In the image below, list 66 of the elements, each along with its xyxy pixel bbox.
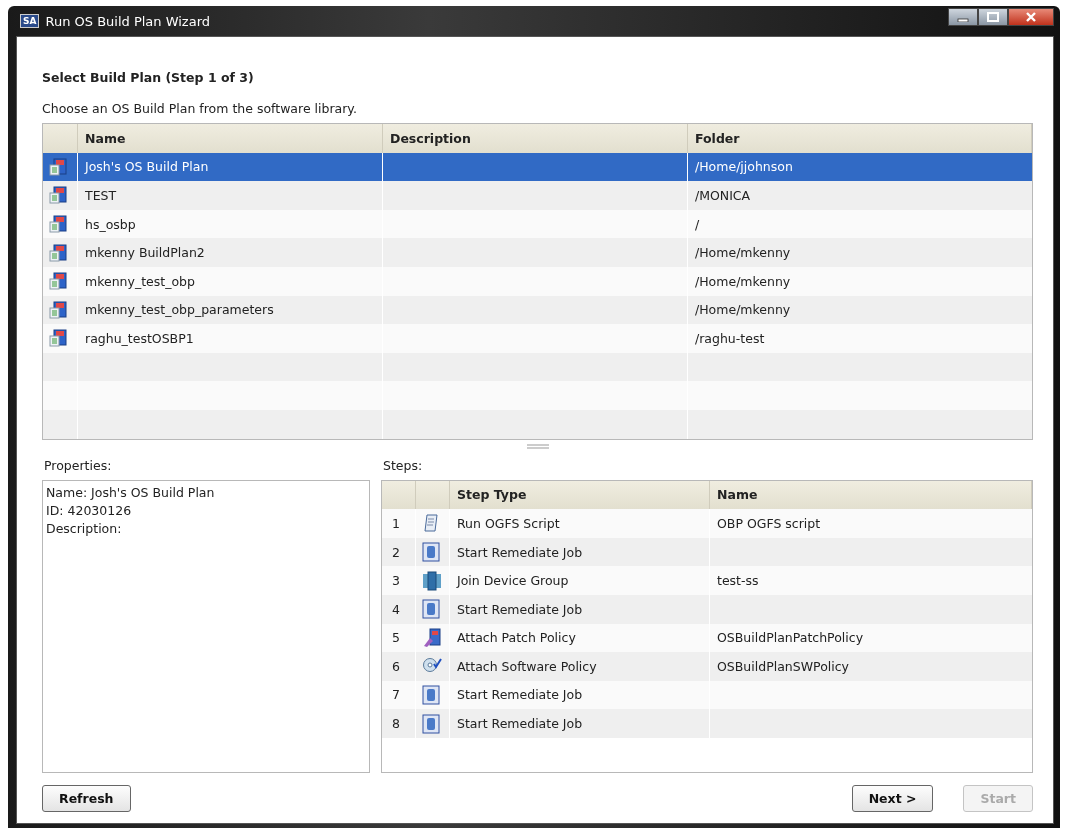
column-header[interactable]: Description bbox=[383, 124, 688, 153]
build-plan-icon bbox=[48, 214, 68, 235]
column-header[interactable]: Folder bbox=[688, 124, 1032, 153]
table-cell: OSBuildPlanSWPolicy bbox=[717, 658, 849, 674]
table-cell-text: / bbox=[694, 215, 701, 234]
table-cell-text: /Home/mkenny bbox=[694, 244, 792, 263]
build-plan-icon bbox=[48, 328, 68, 349]
plan-row[interactable]: hs_osbp / bbox=[43, 209, 1032, 239]
close-icon bbox=[1025, 12, 1037, 22]
step-number: 1 bbox=[382, 509, 416, 538]
build-plan-icon bbox=[48, 242, 68, 263]
property-line: Name: Josh's OS Build Plan bbox=[46, 483, 216, 502]
table-cell: TEST bbox=[78, 181, 383, 210]
step-number: 6 bbox=[382, 652, 416, 681]
table-cell: mkenny BuildPlan2 bbox=[78, 238, 383, 267]
build-plan-icon bbox=[48, 185, 68, 206]
table-cell: Join Device Group bbox=[450, 566, 710, 595]
table-cell-text: /MONICA bbox=[694, 187, 752, 205]
table-cell: test-ss bbox=[717, 573, 759, 589]
property-line: ID: 42030126 bbox=[46, 501, 133, 520]
maximize-button[interactable] bbox=[978, 8, 1008, 26]
scroll-icon bbox=[422, 513, 440, 534]
build-plan-icon bbox=[48, 299, 68, 320]
table-cell-text: /Home/mkenny bbox=[694, 301, 792, 320]
server-icon bbox=[422, 542, 440, 562]
server-icon bbox=[422, 685, 440, 705]
plan-row[interactable]: mkenny BuildPlan2 /Home/mkenny bbox=[43, 238, 1032, 267]
window-title: Run OS Build Plan Wizard bbox=[45, 13, 211, 29]
table-cell: OBP OGFS script bbox=[717, 515, 821, 531]
step-number: 3 bbox=[382, 566, 416, 595]
close-button[interactable] bbox=[1008, 8, 1054, 26]
build-plan-icon bbox=[48, 156, 68, 177]
table-cell-text: /raghu-test bbox=[694, 329, 766, 348]
maximize-icon bbox=[987, 12, 999, 22]
steps-label: Steps: bbox=[383, 457, 424, 473]
table-cell: Start Remediate Job bbox=[450, 594, 710, 624]
table-cell: Start Remediate Job bbox=[450, 709, 710, 738]
minimize-button[interactable] bbox=[948, 8, 978, 26]
app-badge: SA bbox=[20, 14, 40, 28]
table-cell: raghu_testOSBP1 bbox=[78, 324, 383, 353]
table-cell-text: /Home/jjohnson bbox=[694, 158, 794, 177]
server-icon bbox=[422, 713, 440, 734]
table-cell: mkenny_test_obp bbox=[78, 266, 383, 296]
column-header[interactable]: Name bbox=[78, 124, 383, 153]
plan-row[interactable]: TEST /MONICA bbox=[43, 181, 1032, 210]
properties-label: Properties: bbox=[44, 457, 113, 473]
step-number: 4 bbox=[382, 594, 416, 624]
instruction-text: Choose an OS Build Plan from the software library. bbox=[42, 101, 358, 116]
plan-row[interactable]: mkenny_test_obp_parameters /Home/mkenny bbox=[43, 295, 1032, 325]
plan-row[interactable]: mkenny_test_obp /Home/mkenny bbox=[43, 266, 1032, 296]
table-cell: Run OGFS Script bbox=[450, 509, 710, 538]
splitter-handle[interactable] bbox=[526, 444, 549, 450]
server-icon bbox=[422, 599, 440, 620]
step-number: 8 bbox=[382, 709, 416, 738]
table-cell: OSBuildPlanPatchPolicy bbox=[717, 630, 864, 646]
server-group-icon bbox=[422, 570, 442, 591]
refresh-button[interactable]: Refresh bbox=[42, 784, 131, 812]
patch-policy-icon bbox=[422, 627, 442, 648]
next-button[interactable]: Next > bbox=[851, 784, 934, 812]
table-cell-text: /Home/mkenny bbox=[694, 272, 792, 291]
plan-row[interactable]: raghu_testOSBP1 /raghu-test bbox=[43, 324, 1032, 353]
build-plan-icon bbox=[48, 271, 68, 292]
table-cell: Attach Software Policy bbox=[450, 652, 710, 681]
property-line: Description: bbox=[46, 519, 123, 538]
step-heading: Select Build Plan (Step 1 of 3) bbox=[42, 70, 255, 85]
plan-row[interactable]: Josh's OS Build Plan /Home/jjohnson bbox=[43, 152, 1032, 182]
